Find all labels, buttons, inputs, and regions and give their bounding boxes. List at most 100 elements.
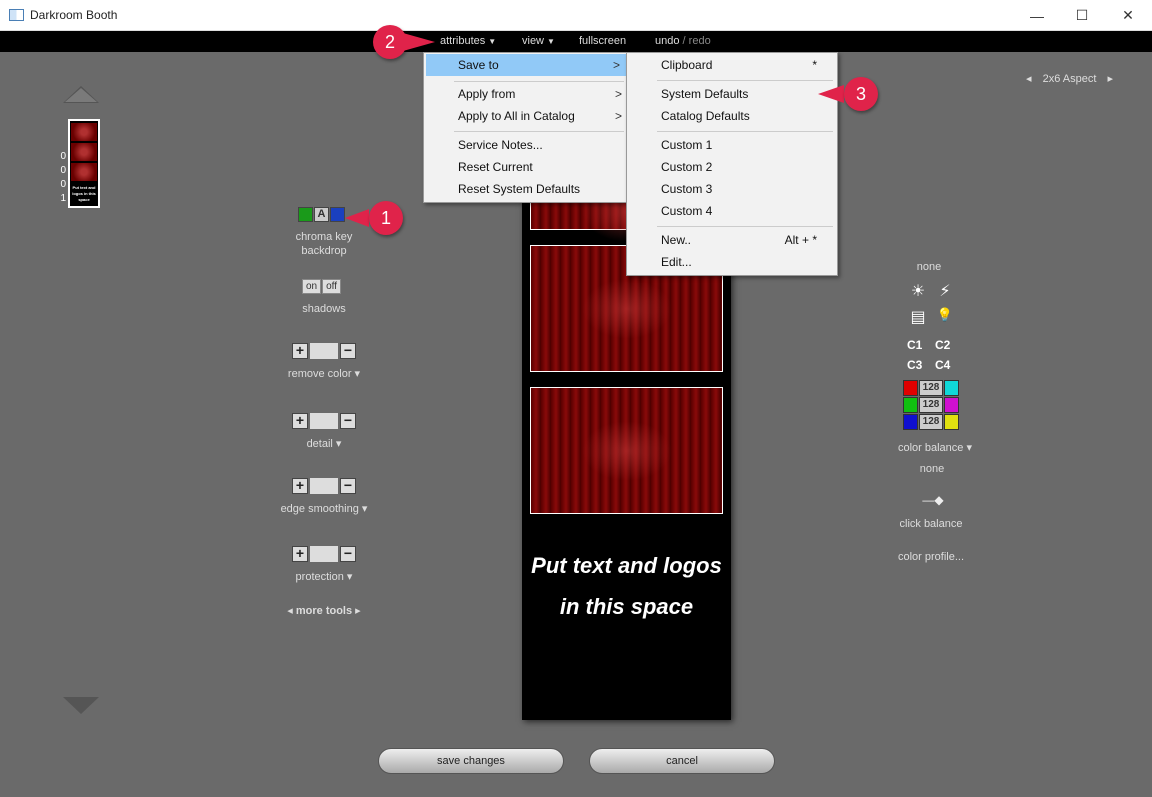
plus-icon[interactable]: + — [292, 546, 308, 562]
thumbnail-counter-digit: 0 — [60, 165, 66, 176]
save-to-submenu: Clipboard * System Defaults Catalog Defa… — [626, 52, 838, 276]
menu-shortcut: Alt + * — [784, 233, 817, 247]
remove-color-dropdown[interactable]: remove color ▾ — [274, 367, 374, 380]
menu-undo[interactable]: undo — [655, 35, 679, 47]
scroll-down-arrow-icon[interactable] — [63, 697, 99, 714]
plus-icon[interactable]: + — [292, 478, 308, 494]
chroma-key-swatches: A — [298, 207, 345, 222]
submenu-item-new[interactable]: New.. Alt + * — [627, 229, 837, 251]
menu-bar: attributes ▼ view ▼ fullscreen undo / redo — [0, 31, 1152, 52]
detail-dropdown[interactable]: detail ▾ — [274, 437, 374, 450]
minus-icon[interactable]: − — [340, 413, 356, 429]
remove-color-slider[interactable] — [310, 343, 338, 359]
menu-item-label: New.. — [661, 233, 692, 247]
green-magenta-value[interactable]: 128 — [919, 397, 943, 413]
chroma-green-swatch[interactable] — [298, 207, 313, 222]
eyedropper-icon[interactable]: —◆ — [908, 493, 958, 507]
thumbnail-counter: 0 0 0 1 — [58, 150, 66, 206]
submenu-item-custom-4[interactable]: Custom 4 — [627, 200, 837, 222]
custom-c2-button[interactable]: C2 — [935, 338, 950, 352]
custom-c4-button[interactable]: C4 — [935, 358, 950, 372]
minus-icon[interactable]: − — [340, 546, 356, 562]
shadows-off-button[interactable]: off — [322, 279, 342, 294]
protection-slider[interactable] — [310, 546, 338, 562]
callout-1: 1 — [345, 200, 415, 236]
menu-item-reset-current[interactable]: Reset Current — [424, 156, 628, 178]
menu-fullscreen[interactable]: fullscreen — [579, 35, 626, 47]
close-button[interactable]: ✕ — [1105, 0, 1151, 31]
fluorescent-icon[interactable]: ▤ — [907, 307, 929, 327]
thumbnail-counter-digit: 0 — [60, 151, 66, 162]
menu-attributes[interactable]: attributes ▼ — [440, 35, 496, 47]
chroma-blue-swatch[interactable] — [330, 207, 345, 222]
plus-icon[interactable]: + — [292, 343, 308, 359]
edge-smoothing-slider[interactable] — [310, 478, 338, 494]
menu-divider — [454, 131, 624, 132]
tungsten-bulb-icon[interactable]: 💡 — [934, 307, 956, 323]
submenu-item-custom-2[interactable]: Custom 2 — [627, 156, 837, 178]
edge-smoothing-control: + − — [292, 478, 356, 494]
menu-item-label: Apply to All in Catalog — [458, 109, 575, 123]
chevron-right-icon: > — [614, 87, 622, 101]
submenu-item-catalog-defaults[interactable]: Catalog Defaults — [627, 105, 837, 127]
menu-item-reset-system-defaults[interactable]: Reset System Defaults — [424, 178, 628, 200]
chevron-down-icon: ▼ — [488, 37, 497, 46]
aspect-next-icon[interactable]: ▸ — [1107, 73, 1113, 85]
chevron-right-icon: > — [614, 109, 622, 123]
callout-pointer — [403, 33, 435, 51]
minus-icon[interactable]: − — [340, 343, 356, 359]
chevron-down-icon: ▼ — [547, 37, 555, 46]
custom-c3-button[interactable]: C3 — [907, 358, 922, 372]
aspect-prev-icon[interactable]: ◂ — [1026, 73, 1032, 85]
menu-view[interactable]: view ▼ — [522, 35, 555, 47]
chroma-key-label-line2: backdrop — [301, 245, 347, 257]
magenta-swatch[interactable] — [944, 397, 959, 413]
daylight-sun-icon[interactable]: ☀ — [907, 281, 929, 301]
aspect-label: 2x6 Aspect — [1042, 73, 1097, 85]
red-cyan-value[interactable]: 128 — [919, 380, 943, 396]
color-balance-dropdown[interactable]: color balance ▾ — [885, 441, 985, 454]
blue-yellow-value[interactable]: 128 — [919, 414, 943, 430]
chroma-auto-swatch[interactable]: A — [314, 207, 329, 222]
detail-control: + − — [292, 413, 356, 429]
flash-icon[interactable]: ⚡ — [934, 281, 956, 301]
submenu-item-custom-3[interactable]: Custom 3 — [627, 178, 837, 200]
submenu-item-edit[interactable]: Edit... — [627, 251, 837, 273]
submenu-item-custom-1[interactable]: Custom 1 — [627, 134, 837, 156]
detail-slider[interactable] — [310, 413, 338, 429]
menu-view-label: view — [522, 35, 545, 47]
menu-item-service-notes[interactable]: Service Notes... — [424, 134, 628, 156]
blue-swatch[interactable] — [903, 414, 918, 430]
red-swatch[interactable] — [903, 380, 918, 396]
callout-pointer — [818, 85, 844, 103]
minus-icon[interactable]: − — [340, 478, 356, 494]
custom-c1-button[interactable]: C1 — [907, 338, 922, 352]
menu-redo[interactable]: redo — [689, 35, 711, 47]
thumbnail-frame — [71, 123, 97, 141]
maximize-button[interactable]: ☐ — [1059, 0, 1105, 31]
submenu-item-system-defaults[interactable]: System Defaults — [627, 83, 837, 105]
protection-dropdown[interactable]: protection ▾ — [274, 570, 374, 583]
protection-control: + − — [292, 546, 356, 562]
cancel-button[interactable]: cancel — [589, 748, 775, 774]
minimize-button[interactable]: — — [1014, 0, 1060, 31]
save-changes-button[interactable]: save changes — [378, 748, 564, 774]
menu-item-apply-to-all[interactable]: Apply to All in Catalog > — [424, 105, 628, 127]
green-swatch[interactable] — [903, 397, 918, 413]
color-profile-link[interactable]: color profile... — [885, 551, 977, 563]
more-tools-link[interactable]: ◂ more tools ▸ — [274, 604, 374, 617]
attributes-menu: Save to > Apply from > Apply to All in C… — [423, 52, 629, 203]
edge-smoothing-dropdown[interactable]: edge smoothing ▾ — [264, 502, 384, 515]
scroll-up-arrow-icon[interactable] — [63, 86, 99, 103]
plus-icon[interactable]: + — [292, 413, 308, 429]
strip-thumbnail[interactable]: Put text and logos in this space — [68, 119, 100, 208]
callout-3: 3 — [818, 76, 893, 112]
menu-item-label: Save to — [458, 58, 499, 72]
menu-item-apply-from[interactable]: Apply from > — [424, 83, 628, 105]
menu-item-save-to[interactable]: Save to > — [426, 54, 626, 76]
photo-frame[interactable] — [530, 387, 723, 514]
yellow-swatch[interactable] — [944, 414, 959, 430]
shadows-on-button[interactable]: on — [302, 279, 322, 294]
cyan-swatch[interactable] — [944, 380, 959, 396]
submenu-item-clipboard[interactable]: Clipboard * — [627, 54, 837, 76]
